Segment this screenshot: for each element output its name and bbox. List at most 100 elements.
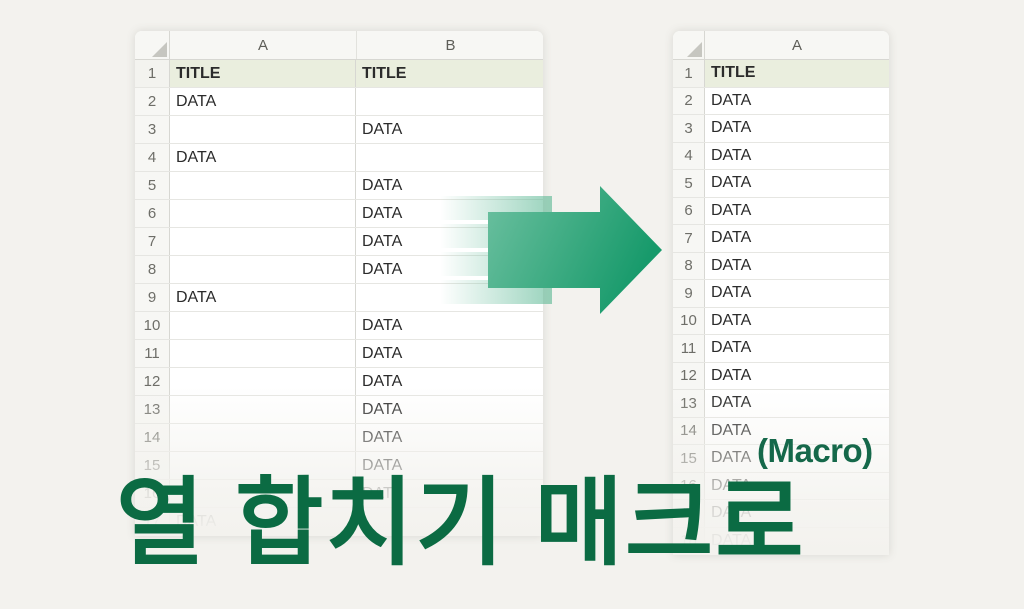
table-row: 14 DATA (135, 424, 543, 452)
cell-B3[interactable]: DATA (356, 116, 543, 143)
table-row: 1 TITLE (673, 60, 889, 88)
cell-A13[interactable]: DATA (705, 390, 889, 417)
cell-B5[interactable]: DATA (356, 172, 543, 199)
table-row: 13 DATA (135, 396, 543, 424)
row-number[interactable]: 1 (135, 60, 170, 87)
cell-B11[interactable]: DATA (356, 340, 543, 367)
row-number[interactable]: 9 (135, 284, 170, 311)
table-row: 4 DATA (673, 142, 889, 170)
cell-A11[interactable]: DATA (705, 335, 889, 362)
cell-A3[interactable]: DATA (705, 115, 889, 142)
row-number[interactable]: 14 (673, 417, 705, 444)
row-number[interactable]: 3 (673, 115, 705, 142)
table-row: 8 DATA (673, 252, 889, 280)
table-row: 7 DATA (135, 228, 543, 256)
source-select-all-corner[interactable] (135, 31, 170, 59)
cell-A11[interactable] (170, 340, 356, 367)
cell-A6[interactable]: DATA (705, 198, 889, 225)
row-number[interactable]: 7 (135, 228, 170, 255)
cell-A4[interactable]: DATA (170, 144, 356, 171)
source-column-header-b[interactable]: B (357, 31, 543, 59)
source-column-header-a[interactable]: A (170, 31, 357, 59)
row-number[interactable]: 12 (673, 362, 705, 389)
cell-A2[interactable]: DATA (170, 88, 356, 115)
row-number[interactable]: 11 (673, 335, 705, 362)
cell-A2[interactable]: DATA (705, 88, 889, 115)
row-number[interactable]: 10 (673, 307, 705, 334)
cell-A12[interactable]: DATA (705, 363, 889, 390)
table-row: 3 DATA (135, 116, 543, 144)
cell-A10[interactable] (170, 312, 356, 339)
cell-A6[interactable] (170, 200, 356, 227)
cell-A10[interactable]: DATA (705, 308, 889, 335)
table-row: 5 DATA (673, 170, 889, 198)
cell-A3[interactable] (170, 116, 356, 143)
cell-A9[interactable]: DATA (170, 284, 356, 311)
cell-B2[interactable] (356, 88, 543, 115)
source-spreadsheet: A B 1 TITLE TITLE 2 DATA 3 DATA 4 DATA 5 DATA 6 DATA… (135, 31, 543, 536)
cell-B6[interactable]: DATA (356, 200, 543, 227)
table-row: 4 DATA (135, 144, 543, 172)
row-number[interactable]: 13 (135, 396, 170, 423)
table-row: 9 DATA (135, 284, 543, 312)
cell-B10[interactable]: DATA (356, 312, 543, 339)
row-number[interactable]: 12 (135, 368, 170, 395)
cell-B8[interactable]: DATA (356, 256, 543, 283)
table-row: 2 DATA (673, 87, 889, 115)
cell-B9[interactable] (356, 284, 543, 311)
cell-A8[interactable]: DATA (705, 253, 889, 280)
row-number[interactable]: 11 (135, 340, 170, 367)
cell-A9[interactable]: DATA (705, 280, 889, 307)
table-row: 6 DATA (673, 197, 889, 225)
page-title: 열 합치기 매크로 (116, 470, 806, 577)
table-row: 1 TITLE TITLE (135, 60, 543, 88)
cell-B14[interactable]: DATA (356, 424, 543, 451)
row-number[interactable]: 2 (673, 87, 705, 114)
cell-A8[interactable] (170, 256, 356, 283)
cell-B1[interactable]: TITLE (356, 60, 543, 87)
macro-label: (Macro) (757, 432, 873, 469)
result-select-all-corner[interactable] (673, 31, 705, 59)
cell-B13[interactable]: DATA (356, 396, 543, 423)
source-row-container: 1 TITLE TITLE 2 DATA 3 DATA 4 DATA 5 DATA 6 DATA 7 DAT… (135, 60, 543, 536)
table-row: 13 DATA (673, 390, 889, 418)
cell-A12[interactable] (170, 368, 356, 395)
row-number[interactable]: 2 (135, 88, 170, 115)
cell-A4[interactable]: DATA (705, 143, 889, 170)
row-number[interactable]: 8 (673, 252, 705, 279)
cell-B4[interactable] (356, 144, 543, 171)
row-number[interactable]: 8 (135, 256, 170, 283)
row-number[interactable]: 4 (673, 142, 705, 169)
cell-A1[interactable]: TITLE (170, 60, 356, 87)
cell-A7[interactable] (170, 228, 356, 255)
table-row: 10 DATA (135, 312, 543, 340)
row-number[interactable]: 7 (673, 225, 705, 252)
result-column-header-row: A (673, 31, 889, 60)
cell-A1[interactable]: TITLE (705, 60, 889, 87)
table-row: 9 DATA (673, 280, 889, 308)
row-number[interactable]: 15 (673, 445, 705, 472)
row-number[interactable]: 5 (673, 170, 705, 197)
table-row: 10 DATA (673, 307, 889, 335)
row-number[interactable]: 1 (673, 60, 705, 87)
infographic-canvas: A B 1 TITLE TITLE 2 DATA 3 DATA 4 DATA 5 DATA 6 DATA… (0, 0, 1024, 609)
cell-A5[interactable] (170, 172, 356, 199)
row-number[interactable]: 10 (135, 312, 170, 339)
cell-A14[interactable] (170, 424, 356, 451)
table-row: 6 DATA (135, 200, 543, 228)
row-number[interactable]: 6 (673, 197, 705, 224)
cell-B12[interactable]: DATA (356, 368, 543, 395)
cell-A13[interactable] (170, 396, 356, 423)
row-number[interactable]: 3 (135, 116, 170, 143)
cell-B7[interactable]: DATA (356, 228, 543, 255)
result-column-header-a[interactable]: A (705, 31, 889, 59)
row-number[interactable]: 14 (135, 424, 170, 451)
cell-A5[interactable]: DATA (705, 170, 889, 197)
row-number[interactable]: 13 (673, 390, 705, 417)
row-number[interactable]: 6 (135, 200, 170, 227)
row-number[interactable]: 9 (673, 280, 705, 307)
row-number[interactable]: 5 (135, 172, 170, 199)
row-number[interactable]: 4 (135, 144, 170, 171)
source-column-header-row: A B (135, 31, 543, 60)
cell-A7[interactable]: DATA (705, 225, 889, 252)
